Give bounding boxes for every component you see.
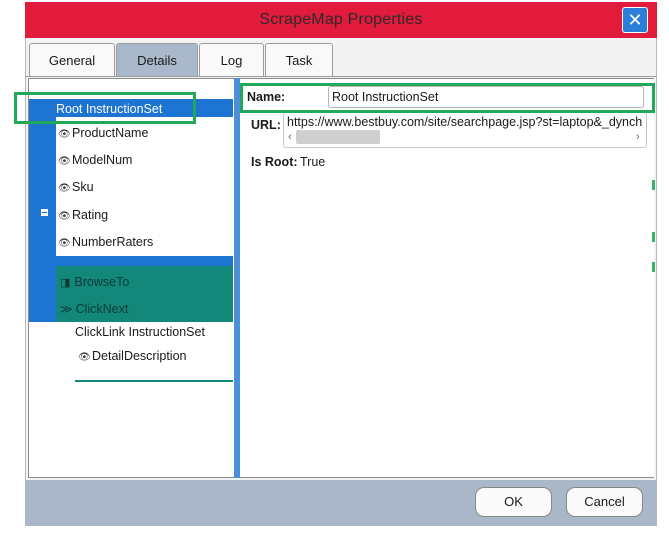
tree-item-label: NumberRaters (72, 235, 154, 249)
url-scrollbar-thumb[interactable] (296, 130, 380, 144)
is-root-value: True (300, 155, 326, 169)
url-value: https://www.bestbuy.com/site/searchpage.… (287, 115, 643, 129)
scroll-right-icon[interactable]: › (636, 131, 640, 143)
eye-icon: 👁 (58, 238, 71, 249)
tree-item-label: Rating (72, 208, 109, 222)
scroll-left-icon[interactable]: ‹ (288, 131, 292, 143)
eye-icon: 👁 (58, 183, 71, 194)
tab-log[interactable]: Log (199, 43, 264, 77)
button-bar (25, 480, 657, 526)
eye-icon: 👁 (78, 352, 91, 363)
tree-item-detaildescription[interactable]: 👁DetailDescription (78, 348, 186, 366)
tree-item-sku[interactable]: 👁Sku (58, 179, 94, 197)
close-icon: ✕ (627, 10, 643, 30)
tree-item-numberraters[interactable]: 👁NumberRaters (58, 234, 153, 252)
tree-item-label: ProductName (72, 126, 149, 140)
eye-icon: 👁 (58, 211, 71, 222)
tab-details[interactable]: Details (116, 43, 198, 77)
is-root-label: Is Root: (251, 155, 298, 169)
tab-divider (25, 76, 657, 77)
edge-marker (652, 180, 655, 190)
tree-item-rating[interactable]: 👁Rating (58, 207, 108, 225)
tree-item-browseto[interactable]: ◨ BrowseTo (60, 274, 129, 291)
ok-button[interactable]: OK (475, 487, 552, 517)
tree-item-productname[interactable]: 👁ProductName (58, 125, 148, 143)
tree-item-label: ModelNum (72, 153, 133, 167)
tab-general[interactable]: General (29, 43, 115, 77)
double-chevron-icon: ≫ (60, 302, 73, 316)
tab-task[interactable]: Task (265, 43, 333, 77)
name-highlight-box (240, 83, 655, 113)
edge-marker (652, 262, 655, 272)
cancel-button[interactable]: Cancel (566, 487, 643, 517)
tree-item-label: Sku (72, 180, 94, 194)
tree-underline (75, 380, 233, 382)
eye-icon: 👁 (58, 129, 71, 140)
collapse-toggle[interactable] (40, 208, 49, 217)
browse-icon: ◨ (60, 277, 71, 289)
tree-item-clicknext[interactable]: ≫ ClickNext (60, 301, 128, 317)
window-title: ScrapeMap Properties (259, 11, 423, 28)
url-label: URL: (251, 118, 281, 132)
tree-item-clicklink[interactable]: ClickLink InstructionSet (75, 324, 205, 340)
tree-item-modelnum[interactable]: 👁ModelNum (58, 152, 132, 170)
close-button[interactable]: ✕ (622, 7, 648, 33)
tree-item-label: DetailDescription (92, 349, 187, 363)
tree-item-label: BrowseTo (74, 275, 130, 289)
tree-item-label: ClickNext (75, 302, 129, 316)
eye-icon: 👁 (58, 156, 71, 167)
tree-separator (29, 256, 233, 266)
edge-marker (652, 232, 655, 242)
root-highlight-box (14, 92, 196, 124)
